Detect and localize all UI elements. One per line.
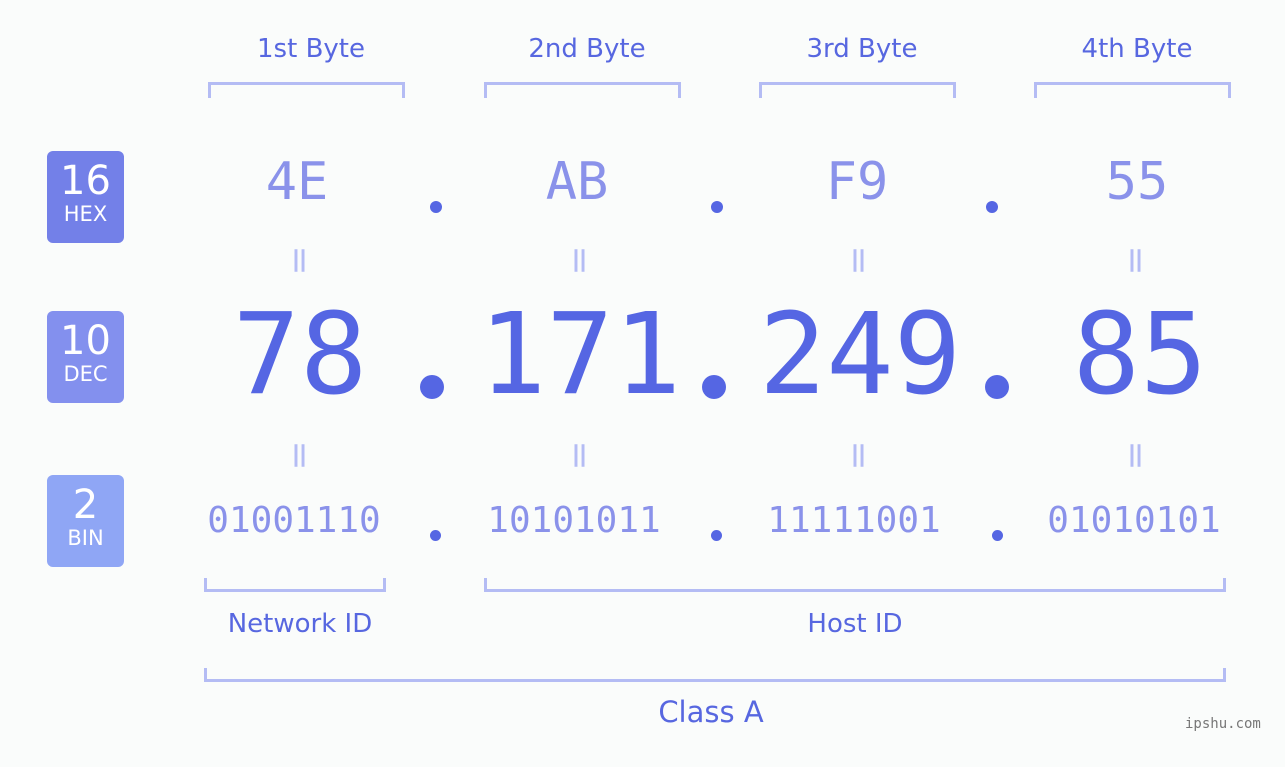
- dec-separator-dot: [985, 375, 1009, 399]
- hex-byte-1: 4E: [265, 152, 329, 212]
- dec-byte-4: 85: [1072, 290, 1208, 420]
- dec-byte-3: 249: [758, 290, 962, 420]
- hex-base-label: HEX: [63, 202, 108, 226]
- host-id-bracket: [484, 578, 1226, 592]
- network-id-label: Network ID: [227, 609, 373, 639]
- byte-bracket-3: [759, 82, 956, 98]
- byte-bracket-2: [484, 82, 681, 98]
- bin-badge: 2 BIN: [47, 475, 124, 567]
- byte-header-3: 3rd Byte: [806, 34, 918, 64]
- bin-base-number: 2: [72, 482, 99, 528]
- byte-header-4: 4th Byte: [1081, 34, 1193, 64]
- dec-byte-2: 171: [478, 290, 682, 420]
- dec-badge: 10 DEC: [47, 311, 124, 403]
- bin-byte-3: 11111001: [767, 500, 941, 541]
- byte-header-2: 2nd Byte: [528, 34, 646, 64]
- equals-sign: =: [559, 245, 601, 276]
- equals-sign: =: [559, 440, 601, 471]
- hex-separator-dot: [711, 201, 723, 213]
- equals-sign: =: [1115, 245, 1157, 276]
- bin-byte-1: 01001110: [207, 500, 381, 541]
- equals-sign: =: [279, 440, 321, 471]
- bin-byte-4: 01010101: [1047, 500, 1221, 541]
- hex-byte-4: 55: [1105, 152, 1169, 212]
- equals-sign: =: [838, 245, 880, 276]
- watermark: ipshu.com: [1185, 716, 1261, 732]
- bin-separator-dot: [992, 530, 1003, 541]
- byte-bracket-1: [208, 82, 405, 98]
- dec-separator-dot: [420, 375, 444, 399]
- host-id-label: Host ID: [807, 609, 903, 639]
- hex-separator-dot: [430, 201, 442, 213]
- bin-separator-dot: [711, 530, 722, 541]
- dec-byte-1: 78: [232, 290, 368, 420]
- dec-base-label: DEC: [63, 362, 108, 386]
- bin-separator-dot: [430, 530, 441, 541]
- equals-sign: =: [1115, 440, 1157, 471]
- hex-base-number: 16: [60, 158, 111, 204]
- class-label: Class A: [658, 695, 764, 729]
- bin-byte-2: 10101011: [487, 500, 661, 541]
- class-bracket: [204, 668, 1226, 682]
- hex-badge: 16 HEX: [47, 151, 124, 243]
- equals-sign: =: [838, 440, 880, 471]
- dec-separator-dot: [702, 375, 726, 399]
- hex-byte-2: AB: [545, 152, 609, 212]
- dec-base-number: 10: [60, 318, 111, 364]
- hex-separator-dot: [986, 201, 998, 213]
- byte-bracket-4: [1034, 82, 1231, 98]
- hex-byte-3: F9: [825, 152, 889, 212]
- bin-base-label: BIN: [67, 526, 104, 550]
- byte-header-1: 1st Byte: [257, 34, 365, 64]
- network-id-bracket: [204, 578, 386, 592]
- equals-sign: =: [279, 245, 321, 276]
